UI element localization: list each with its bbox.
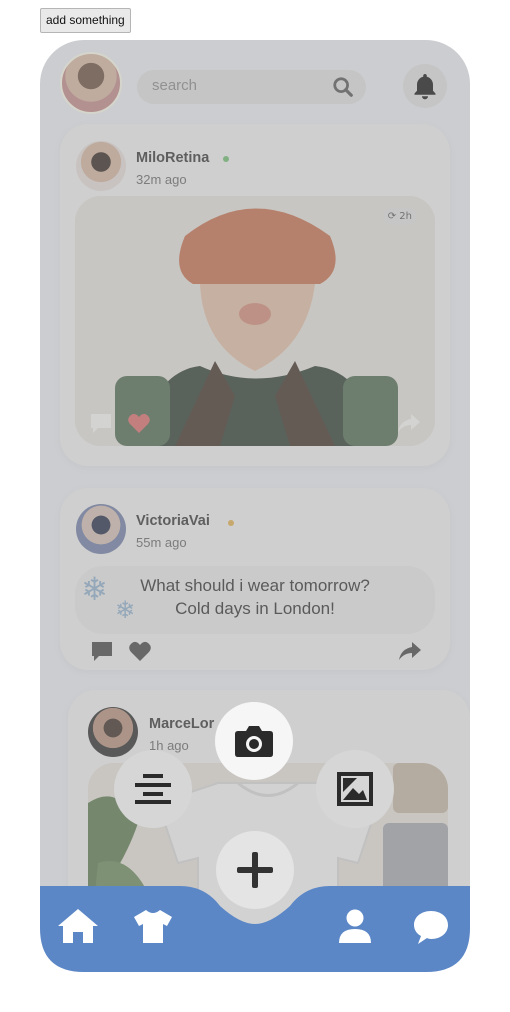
post-username[interactable]: VictoriaVai <box>136 513 210 529</box>
search-icon[interactable] <box>332 76 354 98</box>
profile-icon[interactable] <box>337 908 373 944</box>
post-card: MiloRetina 32m ago ⟳ 2h <box>60 124 450 466</box>
post-avatar[interactable] <box>76 141 126 191</box>
text-post-bubble[interactable]: ❄ ❄ What should i wear tomorrow? Cold da… <box>75 566 435 634</box>
bell-icon <box>414 74 436 100</box>
post-avatar[interactable] <box>76 504 126 554</box>
share-icon[interactable] <box>397 412 421 434</box>
shirt-icon[interactable] <box>133 908 173 944</box>
text-post-button[interactable] <box>114 750 192 828</box>
chat-icon[interactable] <box>412 909 450 945</box>
post-time: 55m ago <box>136 535 187 550</box>
search-bar[interactable]: search <box>137 70 366 104</box>
text-post-line: What should i wear tomorrow? <box>140 576 370 595</box>
camera-icon <box>235 726 273 757</box>
notifications-button[interactable] <box>403 64 447 108</box>
image-post-button[interactable] <box>316 750 394 828</box>
post-time: 32m ago <box>136 172 187 187</box>
image-icon <box>337 772 373 806</box>
comment-icon[interactable] <box>90 640 114 662</box>
header: search <box>40 40 470 120</box>
post-card: VictoriaVai 55m ago ❄ ❄ What should i we… <box>60 488 450 670</box>
text-align-icon <box>135 774 171 804</box>
plus-icon <box>237 852 273 888</box>
away-status-dot <box>228 520 234 526</box>
heart-icon[interactable] <box>128 640 152 662</box>
timer-icon: ⟳ <box>387 211 400 222</box>
timer-label: 2h <box>399 211 412 222</box>
user-avatar[interactable] <box>60 52 122 114</box>
post-photo[interactable]: ⟳ 2h <box>75 196 435 446</box>
post-avatar[interactable] <box>88 707 138 757</box>
add-post-button[interactable] <box>216 831 294 909</box>
camera-button[interactable] <box>215 702 293 780</box>
add-something-button[interactable]: add something <box>40 8 131 33</box>
text-post-line: Cold days in London! <box>175 599 335 618</box>
home-icon[interactable] <box>56 907 100 945</box>
post-username[interactable]: MarceLor <box>149 716 214 732</box>
comment-icon[interactable] <box>89 412 113 434</box>
search-input[interactable]: search <box>152 77 197 94</box>
text-post-content: What should i wear tomorrow? Cold days i… <box>75 574 435 620</box>
heart-icon[interactable] <box>127 412 151 434</box>
timer-badge: ⟳ 2h <box>382 208 417 225</box>
online-status-dot <box>223 156 229 162</box>
share-icon[interactable] <box>398 640 422 662</box>
photo-illustration <box>75 196 435 446</box>
post-username[interactable]: MiloRetina <box>136 150 209 166</box>
